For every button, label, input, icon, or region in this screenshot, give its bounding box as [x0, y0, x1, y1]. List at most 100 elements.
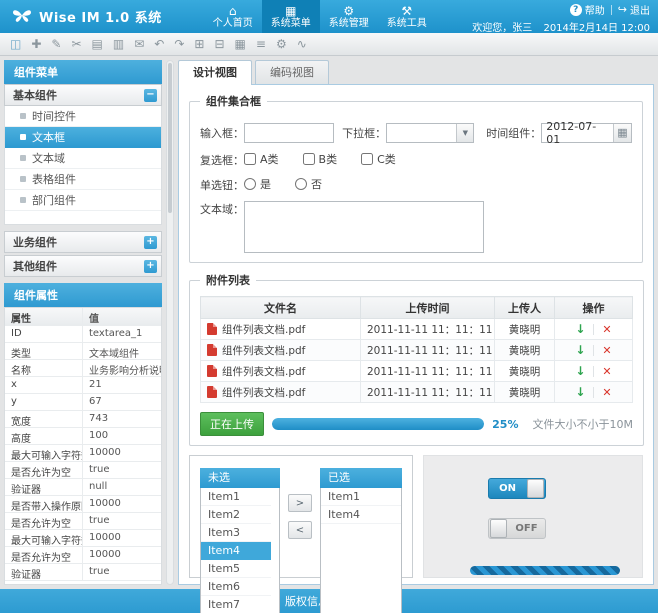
property-row[interactable]: 验证器 null	[5, 479, 161, 496]
app-title: Wise IM 1.0 系统	[39, 7, 162, 26]
nav-item-system-management[interactable]: ⚙ 系统管理	[320, 0, 378, 33]
property-row[interactable]: 高度 100	[5, 428, 161, 445]
progress-fill	[272, 418, 484, 430]
expand-icon[interactable]: +	[144, 260, 157, 273]
wave-icon[interactable]: ∿	[297, 38, 307, 50]
list-item[interactable]: Item4	[201, 542, 271, 560]
checkbox-option[interactable]: A类	[244, 151, 279, 167]
property-name: 名称	[5, 360, 83, 376]
property-row[interactable]: y 67	[5, 394, 161, 411]
nav-item-system-menu[interactable]: ▦ 系统菜单	[262, 0, 320, 33]
accordion-basic-components[interactable]: 基本组件 −	[4, 84, 162, 106]
toggle-switch-off[interactable]: OFF	[488, 518, 546, 539]
mail-icon[interactable]: ✉	[134, 38, 144, 50]
download-icon[interactable]: ↓	[575, 364, 585, 378]
list-item[interactable]: Item5	[201, 560, 271, 578]
delete-icon[interactable]: ✕	[602, 386, 611, 399]
grid-icon[interactable]: ▦	[235, 38, 246, 50]
nav-item-system-tools[interactable]: ⚒ 系统工具	[378, 0, 436, 33]
redo-icon[interactable]: ↷	[174, 38, 184, 50]
property-row[interactable]: 最大可输入字符数 10000	[5, 530, 161, 547]
radio-button[interactable]	[295, 178, 307, 190]
home-icon: ⌂	[229, 5, 237, 17]
radio-button[interactable]	[244, 178, 256, 190]
checkbox-option[interactable]: B类	[303, 151, 338, 167]
date-input[interactable]: 2012-07-01 ▦	[541, 123, 632, 143]
remove-table-icon[interactable]: ⊟	[214, 38, 224, 50]
accordion-header[interactable]: 业务组件 +	[4, 231, 162, 253]
property-row[interactable]: 是否带入操作原因 10000	[5, 496, 161, 513]
sidebar-item[interactable]: 文本框	[5, 127, 161, 148]
list-item[interactable]: Item6	[201, 578, 271, 596]
move-left-button[interactable]: <	[288, 521, 312, 539]
copy-icon[interactable]: ▤	[92, 38, 103, 50]
sidebar-item[interactable]: 文本域	[5, 148, 161, 169]
property-row[interactable]: 类型 文本域组件	[5, 343, 161, 360]
cut-icon[interactable]: ✂	[71, 38, 81, 50]
list-item[interactable]: Item4	[321, 506, 401, 524]
toggle-knob[interactable]	[527, 479, 544, 498]
property-row[interactable]: x 21	[5, 377, 161, 394]
tab-code-view[interactable]: 编码视图	[255, 60, 329, 84]
list-item[interactable]: Item1	[321, 488, 401, 506]
pdf-file-icon	[207, 323, 217, 335]
property-row[interactable]: ID textarea_1	[5, 326, 161, 343]
nav-item-home[interactable]: ⌂ 个人首页	[204, 0, 262, 33]
scrollbar-thumb[interactable]	[168, 63, 172, 213]
list-icon[interactable]: ≡	[256, 38, 266, 50]
toggle-knob[interactable]	[490, 519, 507, 538]
users-icon[interactable]: ◫	[10, 38, 21, 50]
undo-icon[interactable]: ↶	[154, 38, 164, 50]
sidebar-item[interactable]: 时间控件	[5, 106, 161, 127]
expand-icon[interactable]: +	[144, 236, 157, 249]
uploading-button[interactable]: 正在上传	[200, 412, 264, 436]
list-item[interactable]: Item1	[201, 488, 271, 506]
sidebar-item[interactable]: 部门组件	[5, 190, 161, 211]
checkbox[interactable]	[361, 153, 373, 165]
toggle-switch-on[interactable]: ON	[488, 478, 546, 499]
property-row[interactable]: 宽度 743	[5, 411, 161, 428]
dropdown-select[interactable]: ▼	[386, 123, 474, 143]
property-row[interactable]: 最大可输入字符数 10000	[5, 445, 161, 462]
delete-icon[interactable]: ✕	[602, 323, 611, 336]
download-icon[interactable]: ↓	[575, 343, 585, 357]
property-row[interactable]: 验证器 true	[5, 564, 161, 581]
sidebar-scrollbar[interactable]	[166, 60, 174, 585]
textarea-field[interactable]	[244, 201, 484, 253]
edit-icon[interactable]: ✎	[51, 38, 61, 50]
help-link[interactable]: ? 帮助	[570, 2, 605, 17]
download-icon[interactable]: ↓	[575, 322, 585, 336]
columns-icon[interactable]: ▥	[113, 38, 124, 50]
radio-option[interactable]: 是	[244, 176, 271, 192]
settings-icon[interactable]: ⚙	[276, 38, 287, 50]
property-row[interactable]: 是否允许为空 true	[5, 462, 161, 479]
download-icon[interactable]: ↓	[575, 385, 585, 399]
checkbox[interactable]	[303, 153, 315, 165]
list-item[interactable]: Item3	[201, 524, 271, 542]
property-row[interactable]: 名称 业务影响分析说明	[5, 360, 161, 377]
add-icon[interactable]: ✚	[31, 38, 41, 50]
delete-icon[interactable]: ✕	[602, 365, 611, 378]
collapse-icon[interactable]: −	[144, 89, 157, 102]
chevron-down-icon[interactable]: ▼	[456, 124, 473, 142]
sidebar-item-label: 文本域	[32, 150, 65, 166]
property-row[interactable]: 是否允许为空 10000	[5, 547, 161, 564]
tab-design-view[interactable]: 设计视图	[178, 60, 252, 85]
sidebar-item[interactable]: 表格组件	[5, 169, 161, 190]
list-item[interactable]: Item7	[201, 596, 271, 613]
insert-table-icon[interactable]: ⊞	[194, 38, 204, 50]
logout-link[interactable]: ↪ 退出	[618, 2, 650, 17]
calendar-icon[interactable]: ▦	[613, 124, 631, 142]
checkbox[interactable]	[244, 153, 256, 165]
list-item[interactable]: Item2	[201, 506, 271, 524]
accordion-header[interactable]: 其他组件 +	[4, 255, 162, 277]
checkbox-option[interactable]: C类	[361, 151, 396, 167]
property-row[interactable]: 是否允许为空 true	[5, 513, 161, 530]
radio-option[interactable]: 否	[295, 176, 322, 192]
component-bullet-icon	[20, 113, 26, 119]
text-input[interactable]	[244, 123, 334, 143]
delete-icon[interactable]: ✕	[602, 344, 611, 357]
radio-label: 是	[260, 176, 271, 192]
property-name: 是否允许为空	[5, 513, 83, 529]
move-right-button[interactable]: >	[288, 494, 312, 512]
